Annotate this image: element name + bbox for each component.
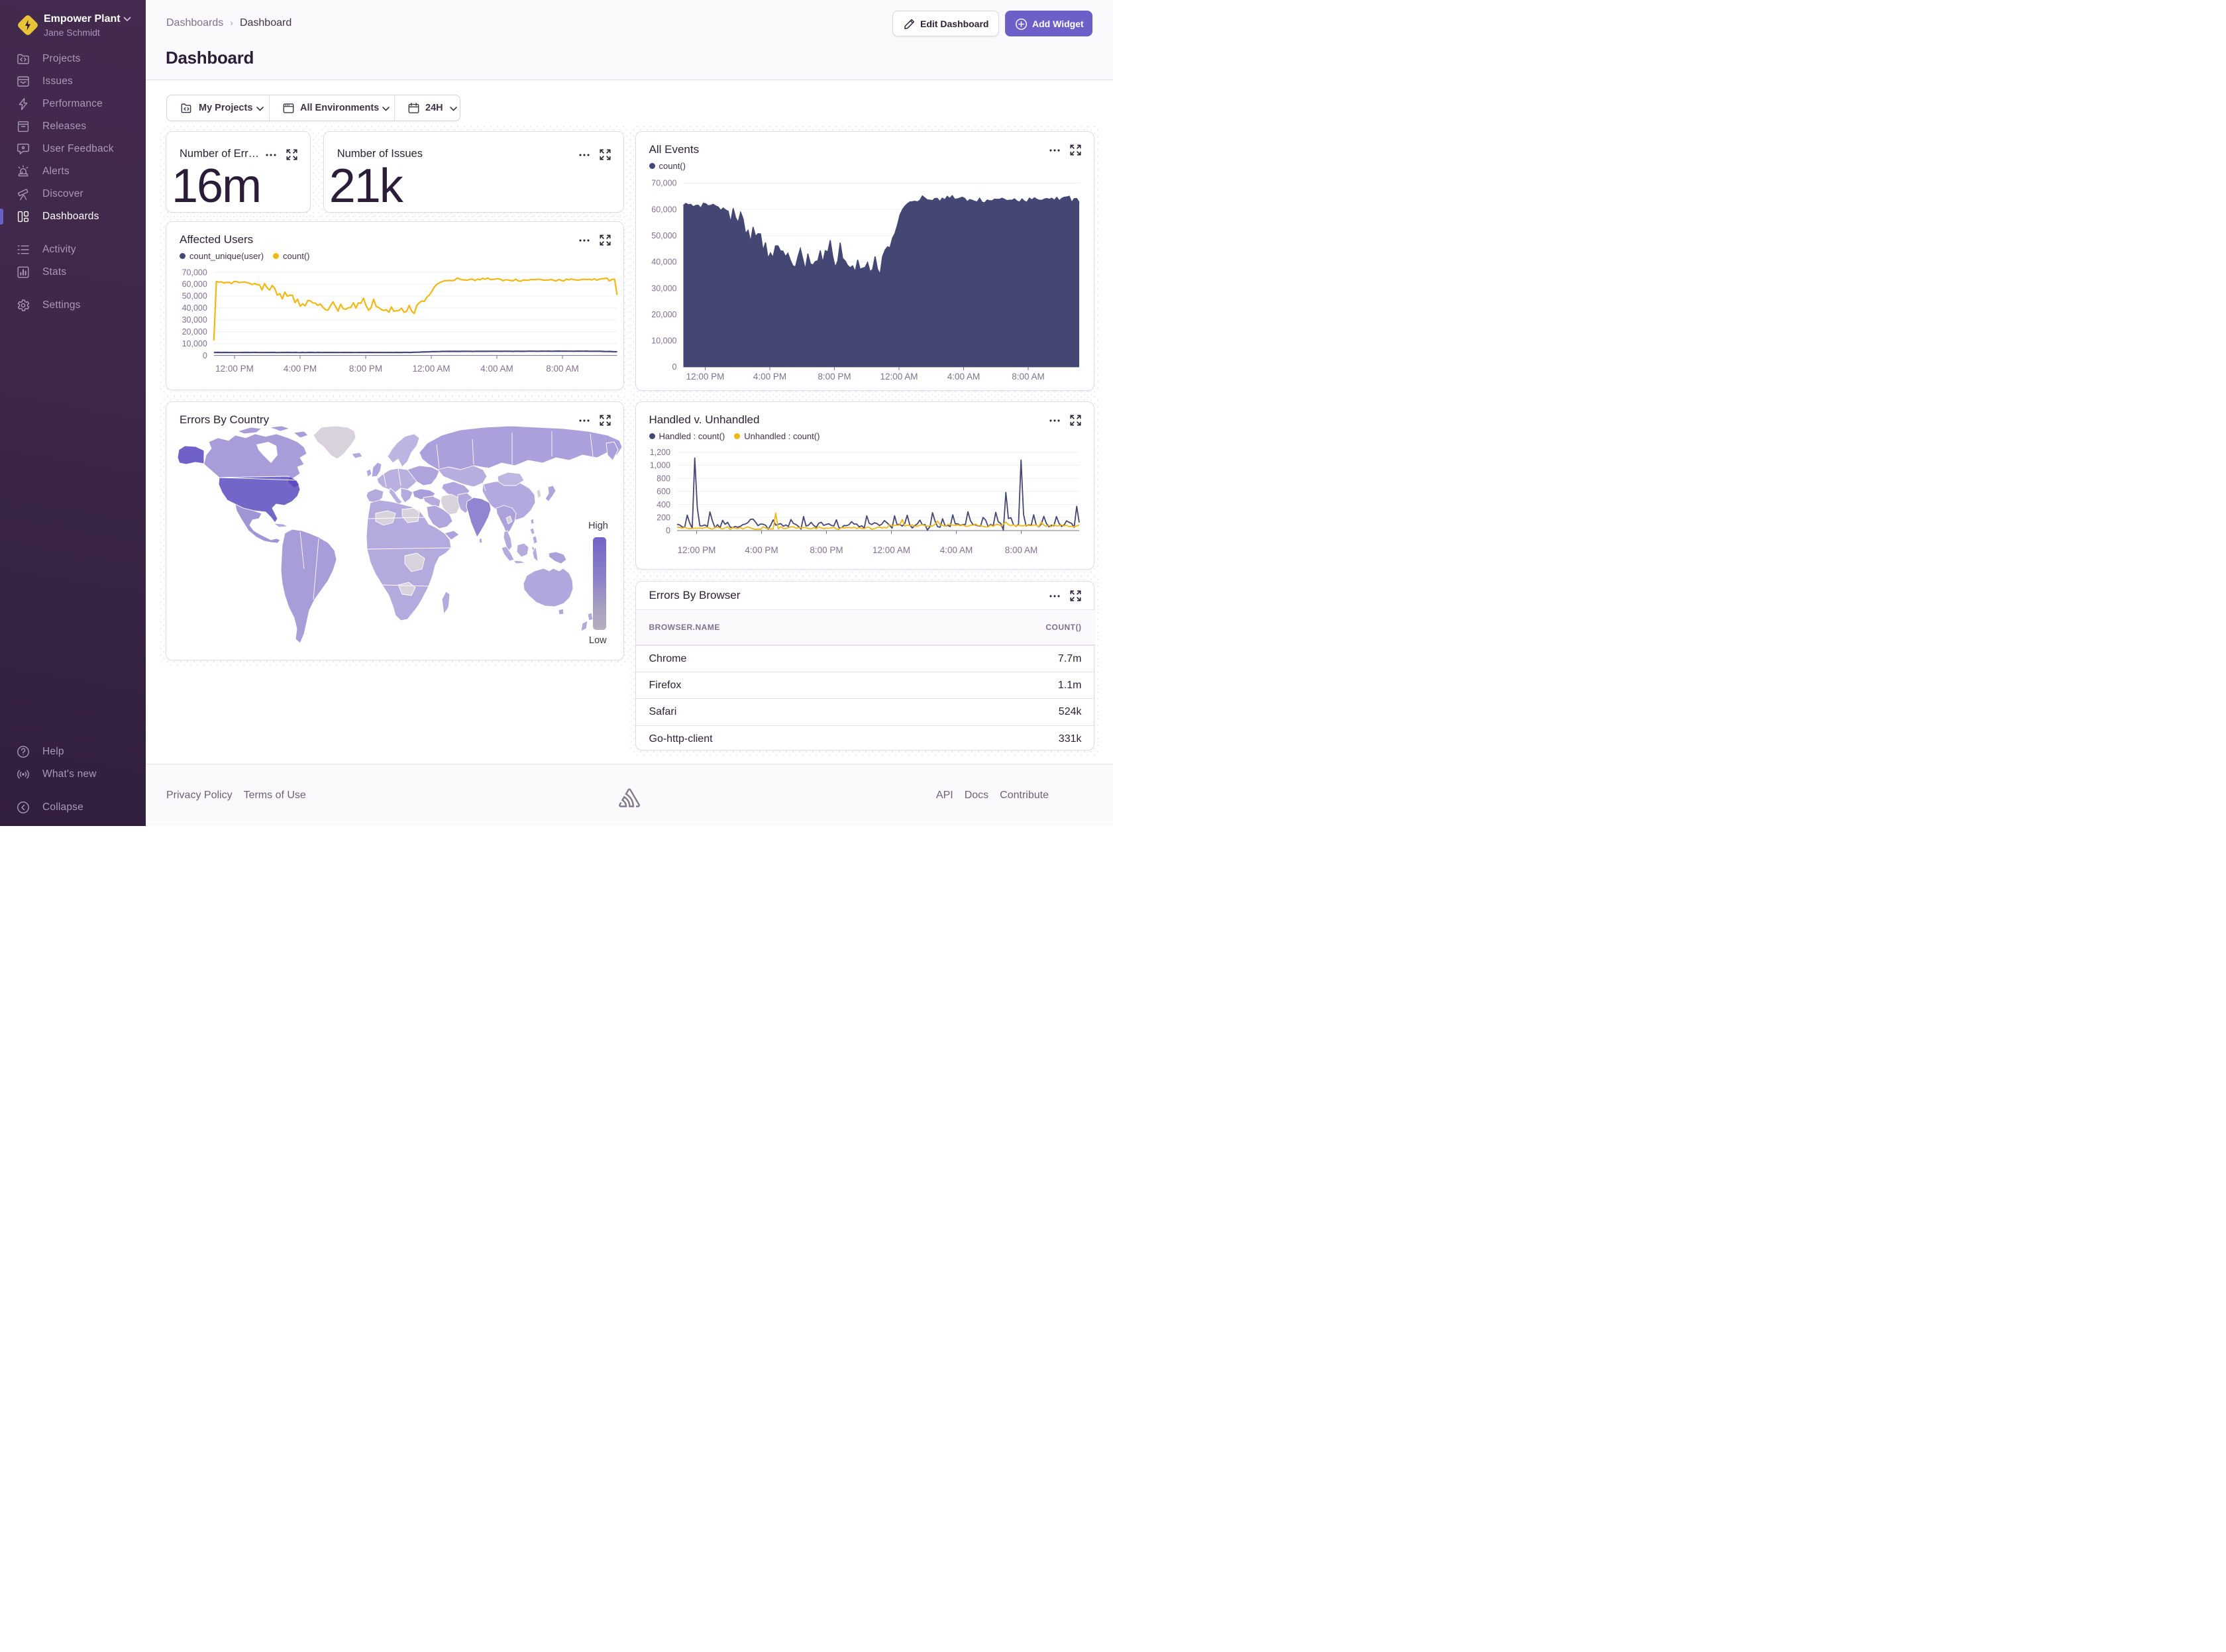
- svg-text:60,000: 60,000: [182, 280, 207, 289]
- svg-text:4:00 AM: 4:00 AM: [480, 364, 513, 374]
- svg-text:12:00 AM: 12:00 AM: [412, 364, 450, 374]
- svg-text:8:00 PM: 8:00 PM: [810, 545, 843, 555]
- svg-text:10,000: 10,000: [651, 336, 676, 345]
- svg-text:50,000: 50,000: [182, 292, 207, 301]
- svg-text:60,000: 60,000: [651, 205, 676, 214]
- svg-text:10,000: 10,000: [182, 339, 207, 348]
- svg-text:0: 0: [672, 362, 676, 372]
- svg-text:0: 0: [203, 351, 207, 360]
- svg-text:400: 400: [657, 500, 670, 509]
- svg-text:800: 800: [657, 474, 670, 483]
- svg-text:8:00 AM: 8:00 AM: [546, 364, 579, 374]
- svg-text:8:00 PM: 8:00 PM: [818, 372, 851, 382]
- svg-text:20,000: 20,000: [182, 327, 207, 336]
- svg-text:4:00 PM: 4:00 PM: [753, 372, 786, 382]
- svg-text:200: 200: [657, 513, 670, 523]
- svg-text:1,000: 1,000: [649, 461, 670, 470]
- svg-text:1,200: 1,200: [649, 448, 670, 457]
- svg-text:30,000: 30,000: [651, 284, 676, 293]
- svg-text:4:00 PM: 4:00 PM: [284, 364, 317, 374]
- svg-text:4:00 AM: 4:00 AM: [939, 545, 973, 555]
- svg-text:40,000: 40,000: [651, 257, 676, 266]
- svg-text:8:00 PM: 8:00 PM: [349, 364, 382, 374]
- svg-text:20,000: 20,000: [651, 309, 676, 319]
- svg-text:0: 0: [666, 526, 670, 535]
- svg-text:600: 600: [657, 487, 670, 496]
- svg-text:12:00 AM: 12:00 AM: [872, 545, 910, 555]
- svg-text:8:00 AM: 8:00 AM: [1012, 372, 1045, 382]
- svg-text:8:00 AM: 8:00 AM: [1004, 545, 1037, 555]
- svg-text:12:00 PM: 12:00 PM: [677, 545, 716, 555]
- svg-text:30,000: 30,000: [182, 315, 207, 325]
- svg-text:12:00 AM: 12:00 AM: [880, 372, 918, 382]
- svg-text:12:00 PM: 12:00 PM: [686, 372, 724, 382]
- svg-text:12:00 PM: 12:00 PM: [215, 364, 254, 374]
- svg-text:70,000: 70,000: [182, 268, 207, 278]
- svg-text:50,000: 50,000: [651, 231, 676, 240]
- svg-text:40,000: 40,000: [182, 303, 207, 313]
- svg-text:70,000: 70,000: [651, 178, 676, 187]
- svg-text:4:00 PM: 4:00 PM: [745, 545, 778, 555]
- svg-text:4:00 AM: 4:00 AM: [947, 372, 980, 382]
